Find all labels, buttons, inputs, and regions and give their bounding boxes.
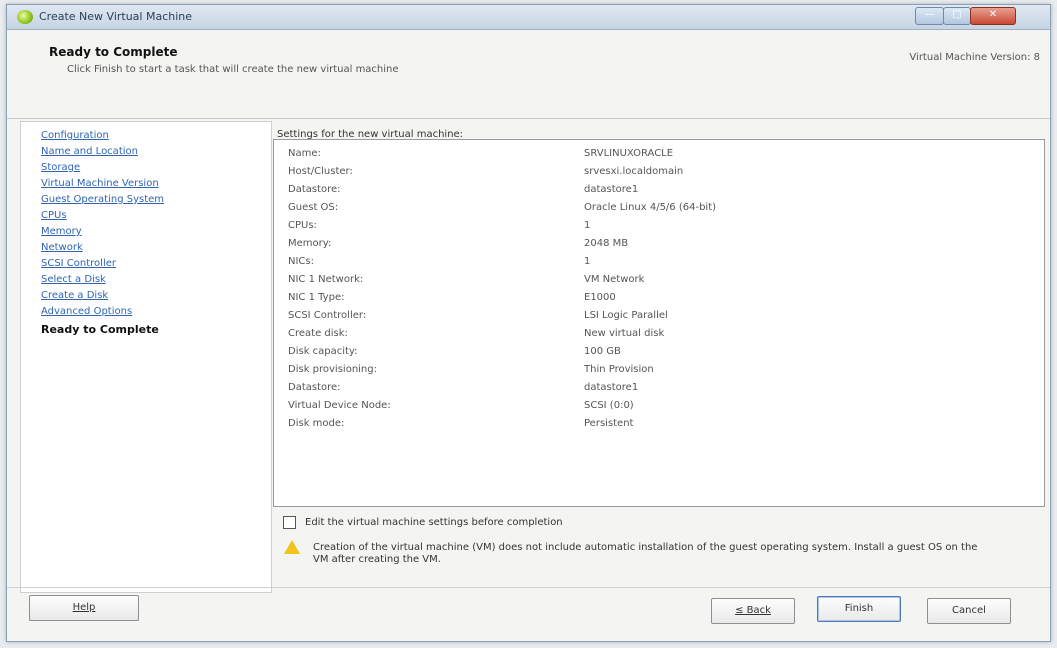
setting-value: New virtual disk [584, 328, 665, 339]
cancel-button[interactable]: Cancel [927, 598, 1011, 624]
setting-row: Disk provisioning: Thin Provision [274, 362, 1044, 380]
setting-key: NICs: [288, 256, 314, 267]
setting-row: Name: SRVLINUXORACLE [274, 146, 1044, 164]
setting-key: Disk capacity: [288, 346, 358, 357]
setting-row: Disk mode: Persistent [274, 416, 1044, 434]
setting-row: SCSI Controller: LSI Logic Parallel [274, 308, 1044, 326]
setting-row: Host/Cluster: srvesxi.localdomain [274, 164, 1044, 182]
vm-version-label: Virtual Machine Version: 8 [909, 52, 1040, 63]
setting-row: Datastore: datastore1 [274, 380, 1044, 398]
setting-key: Name: [288, 148, 321, 159]
setting-value: 100 GB [584, 346, 621, 357]
nav-item-vm-version[interactable]: Virtual Machine Version [41, 178, 159, 189]
setting-key: Virtual Device Node: [288, 400, 391, 411]
setting-row: CPUs: 1 [274, 218, 1044, 236]
setting-row: Guest OS: Oracle Linux 4/5/6 (64-bit) [274, 200, 1044, 218]
page-subtitle: Click Finish to start a task that will c… [67, 64, 399, 75]
edit-settings-checkbox[interactable] [283, 516, 296, 529]
nav-item-advanced-options[interactable]: Advanced Options [41, 306, 132, 317]
settings-summary-list[interactable]: Name: SRVLINUXORACLE Host/Cluster: srvesxi… [273, 139, 1045, 507]
edit-settings-checkbox-label[interactable]: Edit the virtual machine settings before… [305, 517, 563, 528]
wizard-steps-nav: Configuration Name and Location Storage … [20, 121, 272, 593]
warning-icon [284, 540, 300, 554]
wizard-header: Ready to Complete Click Finish to start … [7, 30, 1050, 119]
window-title: Create New Virtual Machine [39, 10, 193, 23]
setting-key: NIC 1 Network: [288, 274, 364, 285]
setting-value: Oracle Linux 4/5/6 (64-bit) [584, 202, 717, 213]
setting-key: Guest OS: [288, 202, 339, 213]
guest-os-warning-text: Creation of the virtual machine (VM) doe… [313, 542, 978, 565]
setting-value: SRVLINUXORACLE [584, 148, 674, 159]
setting-value: Persistent [584, 418, 634, 429]
nav-item-cpus[interactable]: CPUs [41, 210, 67, 221]
setting-row: NICs: 1 [274, 254, 1044, 272]
minimize-button[interactable]: — [915, 7, 944, 25]
setting-row: NIC 1 Network: VM Network [274, 272, 1044, 290]
nav-item-create-disk[interactable]: Create a Disk [41, 290, 108, 301]
setting-row: Datastore: datastore1 [274, 182, 1044, 200]
setting-key: Memory: [288, 238, 332, 249]
create-vm-wizard-window: Create New Virtual Machine — □ ✕ Ready t… [6, 4, 1051, 642]
setting-value: srvesxi.localdomain [584, 166, 684, 177]
setting-value: datastore1 [584, 184, 639, 195]
setting-value: Thin Provision [584, 364, 654, 375]
footer-divider [7, 587, 1050, 588]
setting-row: Create disk: New virtual disk [274, 326, 1044, 344]
setting-value: 1 [584, 256, 591, 267]
close-button[interactable]: ✕ [970, 7, 1016, 25]
nav-item-select-disk[interactable]: Select a Disk [41, 274, 106, 285]
nav-item-scsi-controller[interactable]: SCSI Controller [41, 258, 116, 269]
setting-value: datastore1 [584, 382, 639, 393]
setting-key: Datastore: [288, 382, 341, 393]
setting-key: Host/Cluster: [288, 166, 353, 177]
nav-item-ready-to-complete: Ready to Complete [41, 323, 159, 336]
help-button[interactable]: Help [29, 595, 139, 621]
nav-item-name-location[interactable]: Name and Location [41, 146, 138, 157]
back-button[interactable]: ≤ Back [711, 598, 795, 624]
setting-key: SCSI Controller: [288, 310, 367, 321]
title-bar[interactable]: Create New Virtual Machine — □ ✕ [7, 5, 1050, 30]
maximize-icon: □ [952, 9, 962, 20]
setting-value: 1 [584, 220, 591, 231]
setting-key: CPUs: [288, 220, 317, 231]
setting-row: Virtual Device Node: SCSI (0:0) [274, 398, 1044, 416]
setting-value: 2048 MB [584, 238, 629, 249]
setting-key: NIC 1 Type: [288, 292, 345, 303]
close-icon: ✕ [988, 9, 998, 20]
nav-item-storage[interactable]: Storage [41, 162, 80, 173]
page-title: Ready to Complete [49, 45, 178, 59]
setting-key: Datastore: [288, 184, 341, 195]
vsphere-app-icon [17, 10, 33, 24]
maximize-button[interactable]: □ [943, 7, 971, 25]
setting-row: Memory: 2048 MB [274, 236, 1044, 254]
setting-key: Disk mode: [288, 418, 345, 429]
setting-value: VM Network [584, 274, 645, 285]
nav-item-configuration[interactable]: Configuration [41, 130, 109, 141]
setting-key: Create disk: [288, 328, 348, 339]
minimize-icon: — [924, 9, 935, 20]
setting-value: LSI Logic Parallel [584, 310, 668, 321]
nav-item-memory[interactable]: Memory [41, 226, 82, 237]
nav-item-guest-os[interactable]: Guest Operating System [41, 194, 164, 205]
setting-row: NIC 1 Type: E1000 [274, 290, 1044, 308]
finish-button[interactable]: Finish [817, 596, 901, 622]
setting-key: Disk provisioning: [288, 364, 377, 375]
setting-row: Disk capacity: 100 GB [274, 344, 1044, 362]
nav-item-network[interactable]: Network [41, 242, 83, 253]
setting-value: SCSI (0:0) [584, 400, 634, 411]
setting-value: E1000 [584, 292, 616, 303]
